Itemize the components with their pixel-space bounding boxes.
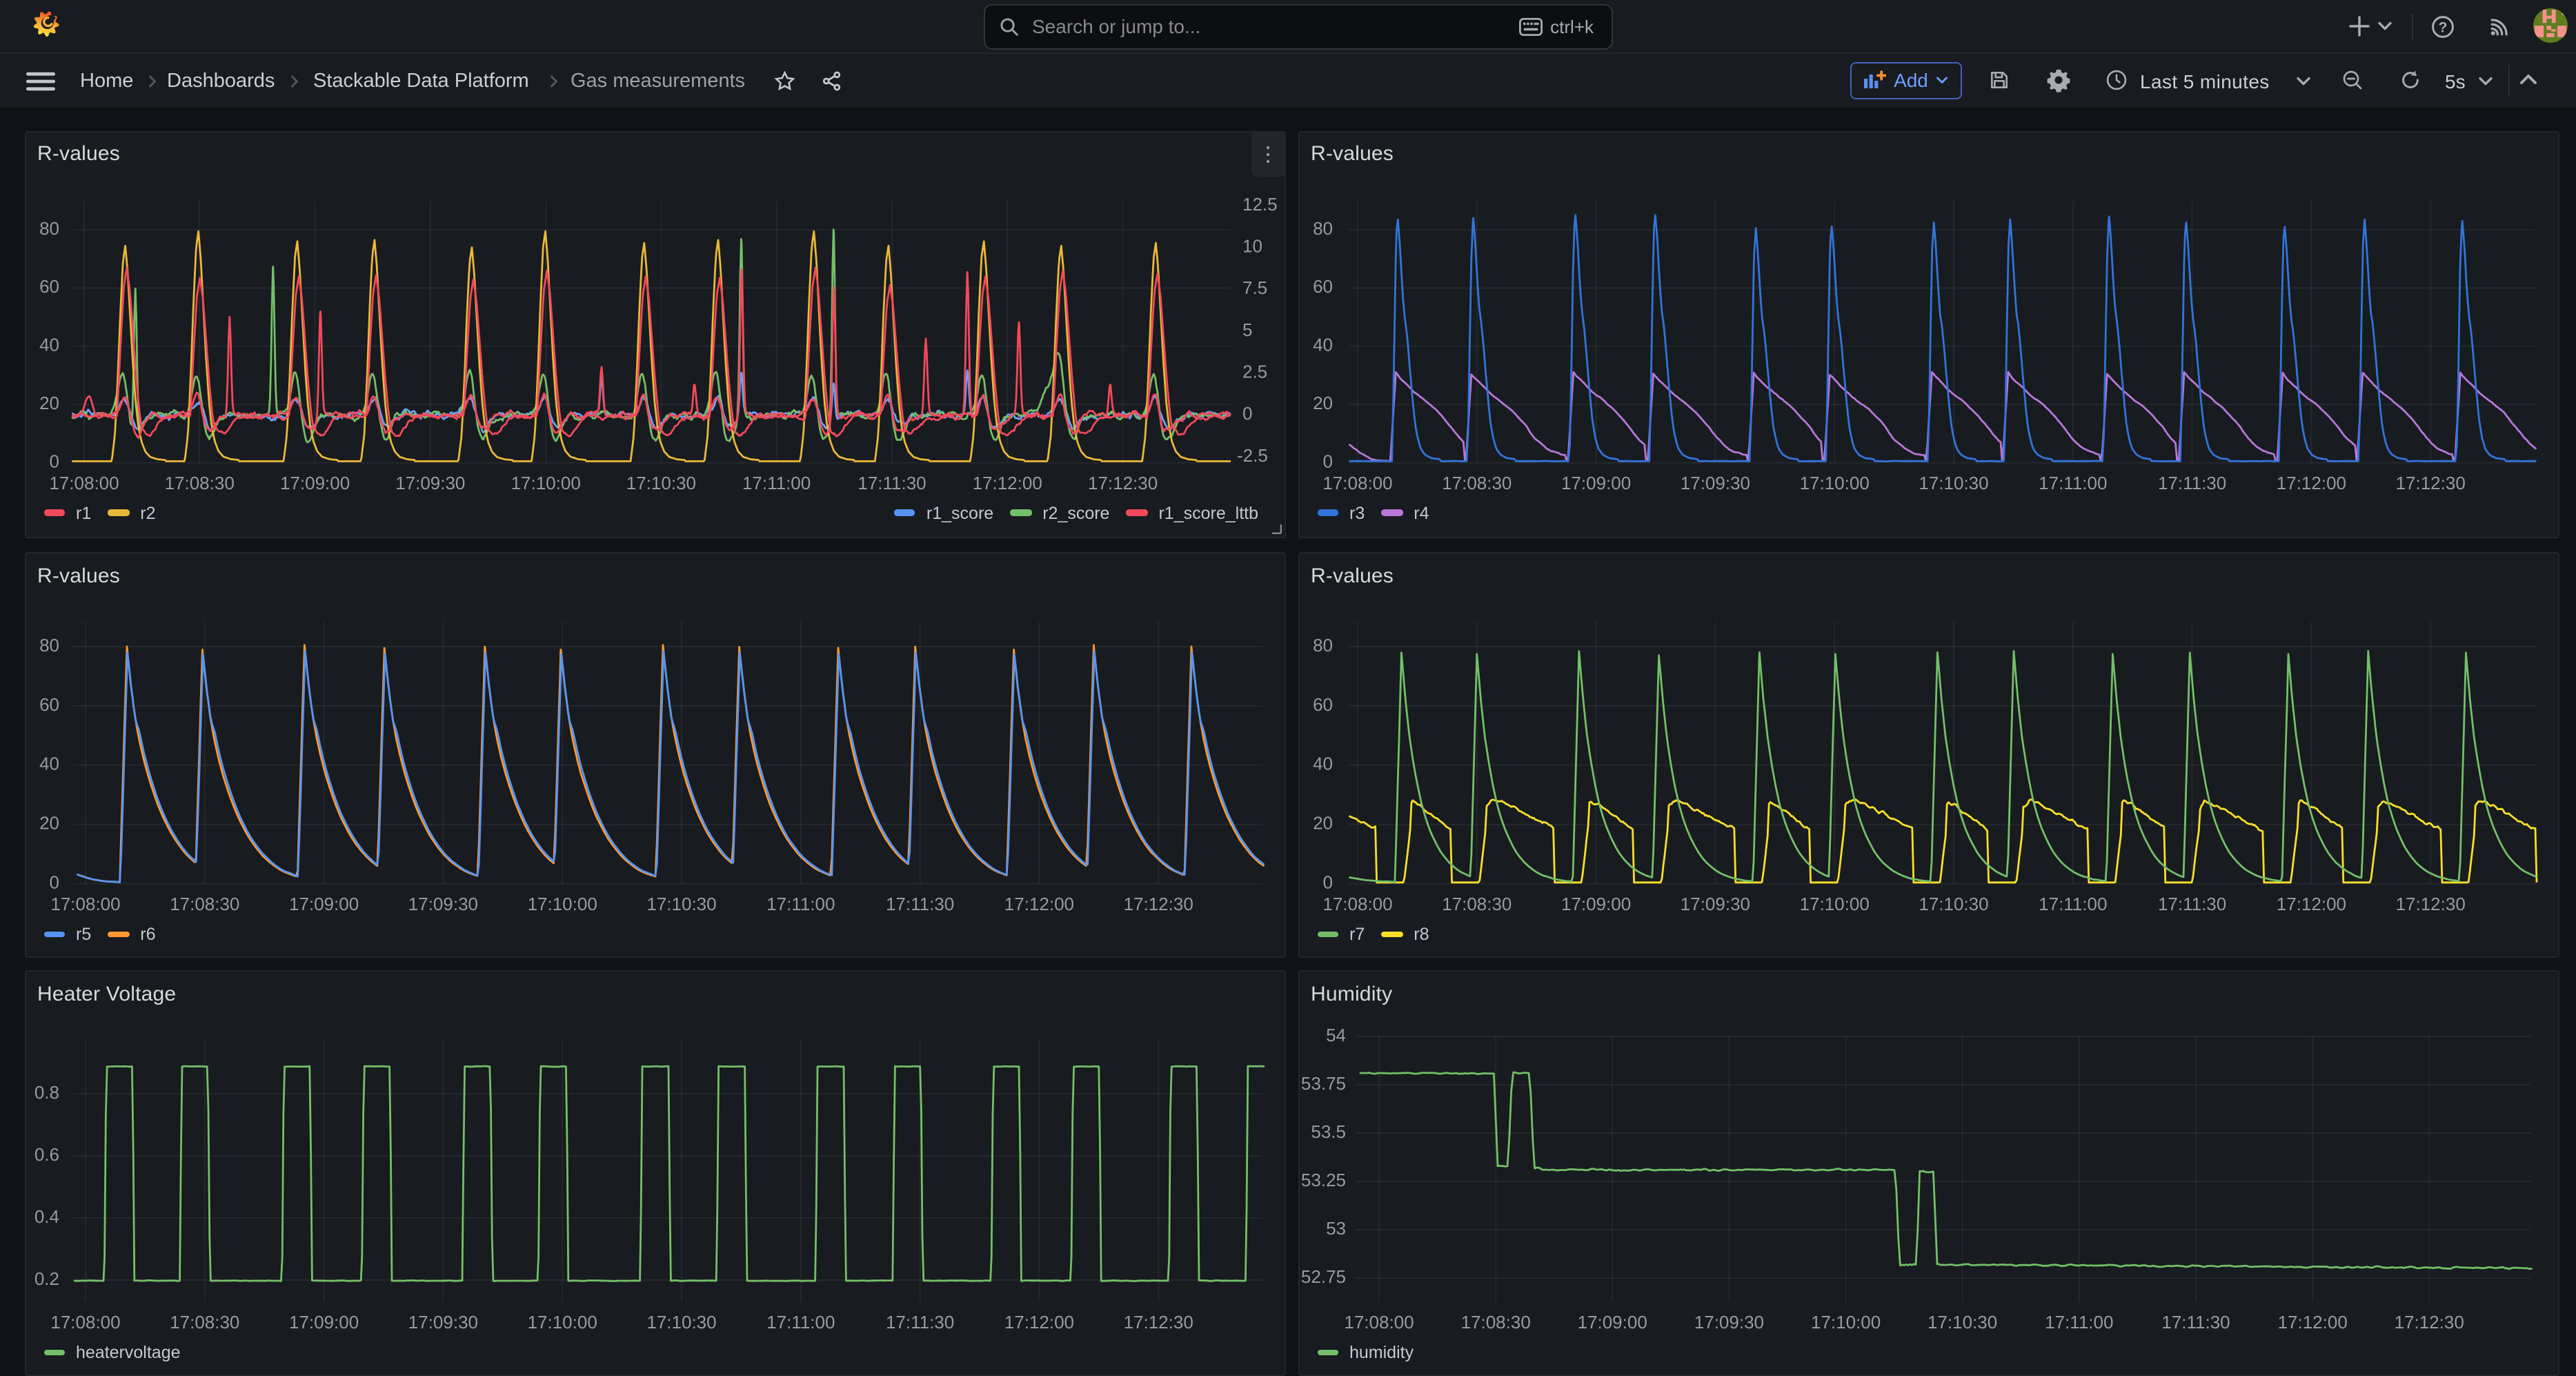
svg-text:17:12:00: 17:12:00: [2278, 1312, 2348, 1333]
svg-text:17:11:00: 17:11:00: [766, 1312, 835, 1333]
svg-text:20: 20: [1313, 813, 1333, 834]
svg-text:60: 60: [1313, 275, 1333, 296]
svg-text:17:12:00: 17:12:00: [2277, 472, 2346, 493]
svg-text:?: ?: [2439, 19, 2448, 35]
svg-text:0.8: 0.8: [34, 1082, 59, 1103]
svg-text:17:10:00: 17:10:00: [1800, 894, 1870, 914]
svg-text:0: 0: [50, 872, 59, 892]
svg-text:40: 40: [39, 334, 59, 355]
svg-text:17:08:30: 17:08:30: [1442, 894, 1512, 914]
svg-text:52.75: 52.75: [1301, 1266, 1346, 1287]
svg-text:17:10:30: 17:10:30: [646, 1312, 716, 1333]
svg-text:17:11:30: 17:11:30: [2158, 472, 2226, 493]
svg-text:53.25: 53.25: [1301, 1170, 1346, 1190]
svg-text:53.5: 53.5: [1311, 1121, 1346, 1142]
svg-text:80: 80: [1313, 635, 1333, 656]
svg-text:17:12:30: 17:12:30: [2395, 1312, 2464, 1333]
svg-text:17:11:30: 17:11:30: [858, 472, 926, 493]
svg-text:17:12:30: 17:12:30: [1124, 894, 1193, 914]
svg-text:17:12:00: 17:12:00: [1004, 1312, 1074, 1333]
svg-text:20: 20: [1313, 392, 1333, 413]
svg-text:17:10:00: 17:10:00: [1811, 1312, 1881, 1333]
svg-text:17:10:30: 17:10:30: [1928, 1312, 1997, 1333]
svg-text:17:08:30: 17:08:30: [170, 1312, 239, 1333]
svg-text:0: 0: [1323, 450, 1333, 471]
svg-text:17:08:00: 17:08:00: [50, 1312, 120, 1333]
svg-text:17:08:30: 17:08:30: [1461, 1312, 1531, 1333]
svg-text:7.5: 7.5: [1242, 277, 1267, 297]
svg-text:-2.5: -2.5: [1237, 444, 1268, 465]
svg-text:17:10:30: 17:10:30: [1919, 894, 1988, 914]
svg-text:17:12:30: 17:12:30: [1088, 472, 1158, 493]
svg-text:17:11:30: 17:11:30: [886, 1312, 954, 1333]
svg-text:54: 54: [1326, 1025, 1346, 1045]
svg-text:17:12:30: 17:12:30: [1124, 1312, 1193, 1333]
svg-text:17:08:00: 17:08:00: [1322, 472, 1392, 493]
svg-text:0.6: 0.6: [34, 1144, 59, 1165]
svg-text:53: 53: [1326, 1218, 1346, 1239]
svg-text:17:08:00: 17:08:00: [1322, 894, 1392, 914]
svg-text:40: 40: [1313, 754, 1333, 774]
svg-text:17:11:00: 17:11:00: [742, 472, 811, 493]
svg-text:17:09:30: 17:09:30: [408, 894, 478, 914]
svg-text:5: 5: [1242, 319, 1252, 340]
svg-text:60: 60: [39, 694, 59, 715]
svg-text:0: 0: [50, 450, 59, 471]
svg-text:17:09:30: 17:09:30: [1681, 472, 1750, 493]
svg-text:17:09:00: 17:09:00: [280, 472, 350, 493]
svg-text:80: 80: [1313, 217, 1333, 238]
svg-text:0: 0: [1242, 402, 1252, 423]
svg-text:0.2: 0.2: [34, 1268, 59, 1289]
svg-text:17:11:00: 17:11:00: [2045, 1312, 2113, 1333]
svg-text:53.75: 53.75: [1301, 1073, 1346, 1094]
svg-text:17:12:00: 17:12:00: [2277, 894, 2346, 914]
svg-text:17:10:30: 17:10:30: [646, 894, 716, 914]
svg-text:17:10:00: 17:10:00: [511, 472, 581, 493]
svg-text:17:11:00: 17:11:00: [2039, 894, 2107, 914]
svg-text:80: 80: [39, 217, 59, 238]
svg-text:40: 40: [39, 754, 59, 774]
svg-text:60: 60: [1313, 694, 1333, 715]
svg-text:17:11:30: 17:11:30: [2158, 894, 2226, 914]
svg-text:0.4: 0.4: [34, 1206, 59, 1227]
svg-text:17:08:00: 17:08:00: [1344, 1312, 1414, 1333]
svg-text:0: 0: [1323, 872, 1333, 892]
svg-text:17:09:00: 17:09:00: [1561, 894, 1631, 914]
svg-text:17:08:30: 17:08:30: [170, 894, 239, 914]
svg-text:17:09:30: 17:09:30: [1694, 1312, 1764, 1333]
svg-text:17:10:00: 17:10:00: [528, 894, 597, 914]
svg-text:17:10:00: 17:10:00: [1800, 472, 1870, 493]
svg-text:17:11:00: 17:11:00: [766, 894, 835, 914]
svg-text:17:12:30: 17:12:30: [2396, 472, 2466, 493]
svg-text:12.5: 12.5: [1242, 193, 1278, 214]
svg-text:17:09:00: 17:09:00: [1578, 1312, 1647, 1333]
svg-text:2.5: 2.5: [1242, 361, 1267, 382]
svg-text:17:09:00: 17:09:00: [1561, 472, 1631, 493]
svg-text:17:09:00: 17:09:00: [289, 1312, 359, 1333]
svg-text:17:10:00: 17:10:00: [528, 1312, 597, 1333]
svg-text:10: 10: [1242, 235, 1262, 256]
svg-text:17:11:30: 17:11:30: [2161, 1312, 2230, 1333]
svg-text:20: 20: [39, 813, 59, 834]
svg-text:60: 60: [39, 275, 59, 296]
svg-text:17:08:30: 17:08:30: [165, 472, 235, 493]
svg-text:80: 80: [39, 635, 59, 656]
svg-text:17:10:30: 17:10:30: [626, 472, 696, 493]
svg-text:17:09:30: 17:09:30: [408, 1312, 478, 1333]
svg-text:17:12:30: 17:12:30: [2396, 894, 2466, 914]
svg-text:17:09:00: 17:09:00: [289, 894, 359, 914]
svg-text:40: 40: [1313, 334, 1333, 355]
svg-text:17:11:00: 17:11:00: [2039, 472, 2107, 493]
svg-text:17:09:30: 17:09:30: [1681, 894, 1750, 914]
svg-text:17:10:30: 17:10:30: [1919, 472, 1988, 493]
svg-text:17:12:00: 17:12:00: [1004, 894, 1074, 914]
svg-text:17:09:30: 17:09:30: [395, 472, 465, 493]
svg-text:17:08:00: 17:08:00: [50, 894, 120, 914]
svg-text:17:08:00: 17:08:00: [49, 472, 119, 493]
svg-text:17:08:30: 17:08:30: [1442, 472, 1512, 493]
svg-text:17:11:30: 17:11:30: [886, 894, 954, 914]
svg-text:17:12:00: 17:12:00: [973, 472, 1042, 493]
svg-text:20: 20: [39, 392, 59, 413]
